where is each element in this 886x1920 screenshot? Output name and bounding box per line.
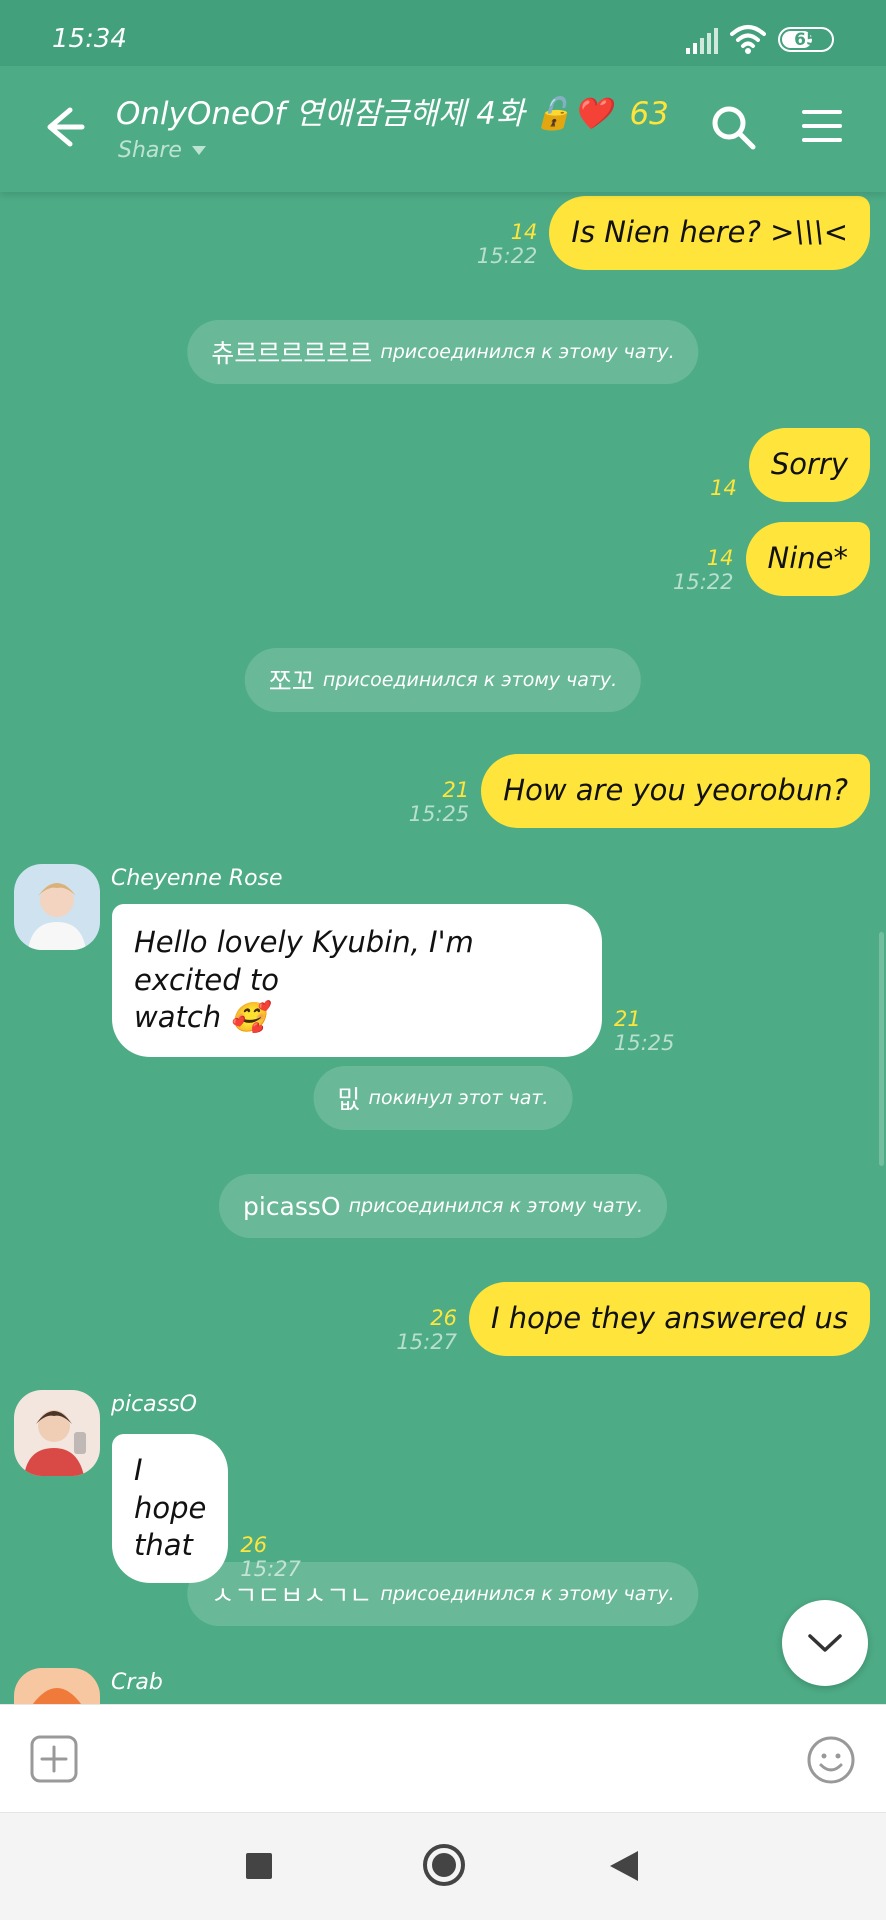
sender-name: Cheyenne Rose <box>111 866 283 891</box>
unread-count: 26 <box>430 1305 457 1330</box>
unread-count: 14 <box>510 219 538 244</box>
wifi-icon <box>730 25 766 54</box>
message-input-bar[interactable] <box>0 1704 886 1812</box>
message-meta: 21 15:25 <box>614 1007 675 1057</box>
hamburger-menu-icon[interactable] <box>800 106 844 146</box>
system-notice-user: ㅅㄱㄷㅂㅅㄱㄴ <box>211 1581 373 1610</box>
status-time: 15:34 <box>52 24 127 54</box>
message-meta: 14 15:22 <box>477 220 538 270</box>
message-time: 15:27 <box>396 1329 457 1354</box>
system-notice: picassO присоединился к этому чату. <box>219 1174 667 1238</box>
outgoing-message[interactable]: 14 Sorry <box>710 428 870 502</box>
caret-down-icon <box>191 146 206 155</box>
sender-name: Crab <box>111 1670 163 1695</box>
share-dropdown[interactable]: Share <box>118 138 206 163</box>
unread-count: 14 <box>710 475 737 500</box>
scroll-indicator[interactable] <box>879 932 884 1166</box>
message-time: 15:25 <box>614 1031 675 1056</box>
message-bubble[interactable]: Nine* <box>745 522 870 596</box>
chat-title-emojis: 🔓❤️ <box>534 96 612 132</box>
message-text-line: watch 🥰 <box>134 1000 267 1035</box>
message-bubble[interactable]: I hope that <box>112 1434 229 1584</box>
unread-count: 21 <box>442 777 470 802</box>
system-notice: 쪼꼬 присоединился к этому чату. <box>244 648 642 712</box>
back-triangle-icon[interactable] <box>608 1849 640 1883</box>
message-meta: 14 <box>710 476 737 502</box>
search-icon[interactable] <box>708 102 758 152</box>
outgoing-message[interactable]: 14 15:22 Is Nien here? >\\\< <box>477 196 870 270</box>
system-notice-action: присоединился к этому чату. <box>348 1195 643 1217</box>
system-notice-user: 밊 <box>337 1085 361 1114</box>
avatar[interactable] <box>14 864 100 950</box>
message-text-line: Hello lovely Kyubin, I'm excited to <box>134 925 474 997</box>
outgoing-message[interactable]: 26 15:27 I hope they answered us <box>396 1282 870 1356</box>
share-label: Share <box>118 138 182 163</box>
avatar[interactable] <box>14 1390 100 1476</box>
status-bar: 15:34 65 <box>0 0 886 66</box>
system-notice-user: 쪼꼬 <box>268 667 315 696</box>
message-time: 15:22 <box>476 243 538 268</box>
member-count: 63 <box>629 96 669 132</box>
outgoing-message[interactable]: 14 15:22 Nine* <box>673 522 870 596</box>
message-bubble[interactable]: Hello lovely Kyubin, I'm excited to watc… <box>112 904 602 1058</box>
message-bubble[interactable]: How are you yeorobun? <box>481 754 870 828</box>
message-row: I hope that 26 15:27 <box>112 1434 301 1584</box>
battery-indicator: 65 <box>778 27 834 52</box>
smiley-icon[interactable] <box>806 1735 856 1785</box>
unread-count: 21 <box>614 1007 641 1032</box>
chat-title-text: OnlyOneOf 연애잠금해제 4화 <box>116 96 525 132</box>
battery-text: 65 <box>794 29 818 50</box>
home-button[interactable] <box>422 1843 466 1887</box>
signal-icon <box>686 28 718 54</box>
chevron-down-icon <box>808 1634 842 1652</box>
plus-square-icon[interactable] <box>30 1735 78 1783</box>
scroll-to-bottom-button[interactable] <box>782 1600 868 1686</box>
avatar[interactable] <box>14 1668 100 1704</box>
system-notice-action: присоединился к этому чату. <box>380 1583 675 1605</box>
system-notice: 밊 покинул этот чат. <box>313 1066 573 1130</box>
outgoing-message[interactable]: 21 15:25 How are you yeorobun? <box>409 754 870 828</box>
system-notice-user: picassO <box>243 1191 341 1221</box>
chat-title[interactable]: OnlyOneOf 연애잠금해제 4화 🔓❤️ 63 <box>116 88 669 133</box>
system-notice: ㅅㄱㄷㅂㅅㄱㄴ присоединился к этому чату. <box>187 1562 699 1626</box>
system-notice: 츄르르르르르르 присоединился к этому чату. <box>187 320 699 384</box>
chat-header: OnlyOneOf 연애잠금해제 4화 🔓❤️ 63 Share <box>0 66 886 192</box>
message-time: 15:22 <box>672 569 734 594</box>
message-bubble[interactable]: Sorry <box>748 428 870 502</box>
unread-count: 26 <box>240 1533 268 1558</box>
system-notice-action: присоединился к этому чату. <box>322 669 618 691</box>
message-meta: 14 15:22 <box>673 546 734 596</box>
message-bubble[interactable]: I hope they answered us <box>468 1282 870 1356</box>
message-time: 15:25 <box>408 801 470 826</box>
system-notice-action: присоединился к этому чату. <box>380 341 675 363</box>
message-meta: 26 15:27 <box>396 1306 457 1356</box>
system-nav-bar <box>0 1812 886 1920</box>
recents-button[interactable] <box>246 1853 272 1879</box>
system-notice-user: 츄르르르르르르 <box>211 339 373 368</box>
system-notice-action: покинул этот чат. <box>368 1087 549 1109</box>
message-bubble[interactable]: Is Nien here? >\\\< <box>549 196 870 270</box>
message-meta: 21 15:25 <box>409 778 470 828</box>
chat-messages[interactable]: 14 15:22 Is Nien here? >\\\< 츄르르르르르르 при… <box>0 192 886 1704</box>
unread-count: 14 <box>706 545 734 570</box>
arrow-left-icon[interactable] <box>36 100 90 154</box>
message-row: Hello lovely Kyubin, I'm excited to watc… <box>112 904 675 1058</box>
sender-name: picassO <box>111 1392 197 1417</box>
